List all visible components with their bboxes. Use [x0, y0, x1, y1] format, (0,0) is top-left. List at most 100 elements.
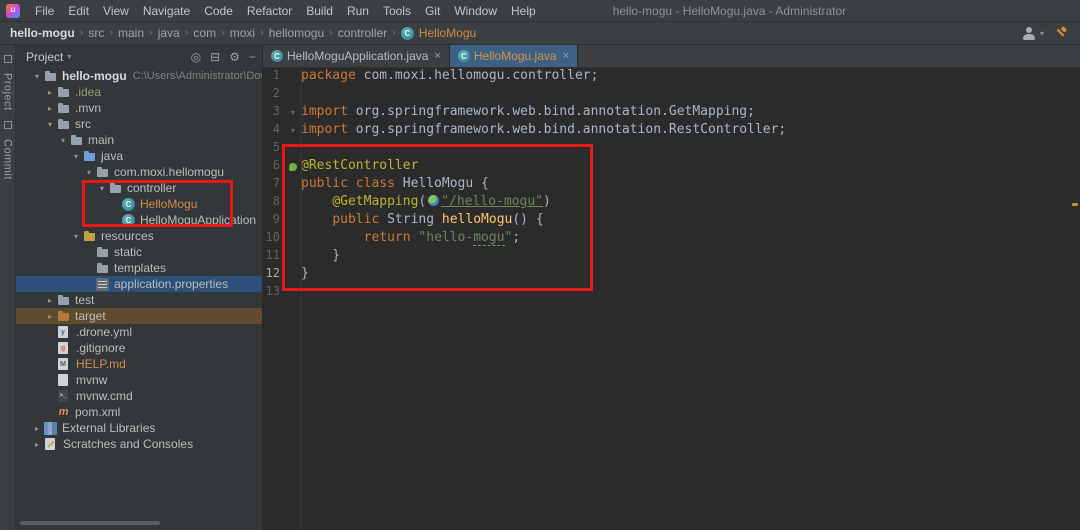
url-inlay-icon[interactable] — [428, 195, 440, 206]
chevron-down-icon[interactable]: ▾ — [69, 232, 83, 241]
code-text: } — [301, 248, 340, 266]
chevron-down-icon[interactable]: ▾ — [69, 152, 83, 161]
menu-navigate[interactable]: Navigate — [136, 4, 197, 18]
tree-item-hellomoguapplication[interactable]: HelloMoguApplication — [16, 212, 262, 228]
line-number: 3 — [272, 104, 280, 118]
hide-panel-icon[interactable]: − — [249, 50, 256, 64]
menu-refactor[interactable]: Refactor — [240, 4, 299, 18]
settings-gear-icon[interactable]: ⚙ — [229, 50, 240, 64]
breadcrumb-file[interactable]: HelloMogu — [399, 26, 476, 40]
menu-file[interactable]: File — [28, 4, 61, 18]
tree-item-pom-xml[interactable]: pom.xml — [16, 404, 262, 420]
code-token: mogu — [473, 230, 505, 246]
code-token: } — [301, 266, 309, 281]
idea-logo-icon — [6, 3, 20, 18]
code-token[interactable]: "/hello-mogu" — [441, 194, 543, 209]
editor-tab-bar: HelloMoguApplication.java×HelloMogu.java… — [263, 45, 1080, 68]
project-panel-title[interactable]: Project — [26, 50, 63, 64]
user-icon[interactable] — [1022, 26, 1036, 40]
menu-edit[interactable]: Edit — [61, 4, 96, 18]
tree-item-main[interactable]: ▾ main — [16, 132, 262, 148]
code-line-9: 9 public String helloMogu() { — [263, 212, 1080, 230]
chevron-down-icon[interactable]: ▾ — [56, 136, 70, 145]
tree-item-controller[interactable]: ▾ controller — [16, 180, 262, 196]
class-icon — [271, 50, 283, 62]
chevron-right-icon[interactable]: ▸ — [30, 440, 44, 449]
tree-item-gitignore[interactable]: .gitignore — [16, 340, 262, 356]
chevron-right-icon[interactable]: ▸ — [30, 424, 44, 433]
tree-item-help-md[interactable]: HELP.md — [16, 356, 262, 372]
chevron-down-icon[interactable]: ▾ — [30, 72, 44, 81]
project-tree: ▾ hello-mogu C:\Users\Administrator\Downlo… — [16, 68, 262, 452]
line-number: 13 — [265, 284, 280, 298]
code-token: ; — [512, 230, 521, 245]
menu-build[interactable]: Build — [299, 4, 340, 18]
menu-run[interactable]: Run — [340, 4, 376, 18]
tree-item-mvn[interactable]: ▸ .mvn — [16, 100, 262, 116]
tree-item-label: application.properties — [114, 277, 229, 291]
tree-item-hellomogu[interactable]: HelloMogu — [16, 196, 262, 212]
tree-item-test[interactable]: ▸ test — [16, 292, 262, 308]
code-line-13: 13 — [263, 284, 1080, 302]
project-horizontal-scrollbar[interactable] — [20, 521, 160, 525]
tree-item-hello-mogu[interactable]: ▾ hello-mogu C:\Users\Administrator\Downlo — [16, 68, 262, 84]
chevron-down-icon[interactable]: ▾ — [95, 184, 109, 193]
breadcrumb-main[interactable]: main — [116, 26, 146, 40]
tree-item-label: target — [75, 309, 106, 323]
breadcrumb-hello-mogu[interactable]: hello-mogu — [8, 26, 77, 40]
tree-item-scratches-and-consoles[interactable]: ▸ Scratches and Consoles — [16, 436, 262, 452]
tree-item-java[interactable]: ▾ java — [16, 148, 262, 164]
breadcrumb-hellomogu[interactable]: hellomogu — [267, 26, 326, 40]
menu-tools[interactable]: Tools — [376, 4, 418, 18]
gutter-cell: ▾ — [290, 126, 295, 135]
tree-item-mvnw-cmd[interactable]: mvnw.cmd — [16, 388, 262, 404]
chevron-down-icon[interactable]: ▾ — [43, 120, 57, 129]
tree-item-label: mvnw — [76, 373, 108, 387]
code-text: } — [301, 266, 309, 284]
tree-item-external-libraries[interactable]: ▸ External Libraries — [16, 420, 262, 436]
code-editor[interactable]: 1 package com.moxi.hellomogu.controller; 2… — [263, 68, 1080, 530]
tree-item-mvnw[interactable]: mvnw — [16, 372, 262, 388]
breadcrumb-moxi[interactable]: moxi — [228, 26, 257, 40]
close-icon[interactable]: × — [434, 50, 440, 62]
tree-item-application-properties[interactable]: application.properties — [16, 276, 262, 292]
tool-button-commit[interactable]: Commit — [2, 139, 14, 180]
menu-code[interactable]: Code — [197, 4, 240, 18]
tree-item-label: controller — [127, 181, 177, 195]
breadcrumb-java[interactable]: java — [156, 26, 182, 40]
tree-item-src[interactable]: ▾ src — [16, 116, 262, 132]
chevron-right-icon[interactable]: ▸ — [43, 312, 57, 321]
collapse-all-icon[interactable]: ⊟ — [210, 50, 220, 64]
tool-button-project[interactable]: Project — [2, 73, 14, 111]
tree-item-templates[interactable]: templates — [16, 260, 262, 276]
locate-icon[interactable]: ◎ — [191, 50, 201, 64]
tree-item-com-moxi-hellomogu[interactable]: ▾ com.moxi.hellomogu — [16, 164, 262, 180]
code-token: ) — [542, 194, 551, 209]
breadcrumb-src[interactable]: src — [86, 26, 106, 40]
code-text: import org.springframework.web.bind.anno… — [301, 104, 755, 122]
left-tool-stripe: Project Commit — [0, 45, 16, 530]
breadcrumb-separator: › — [149, 27, 153, 39]
menu-window[interactable]: Window — [447, 4, 504, 18]
editor-tab-hellomoguapplication-java[interactable]: HelloMoguApplication.java × — [263, 45, 450, 67]
chevron-right-icon[interactable]: ▸ — [43, 104, 57, 113]
chevron-right-icon[interactable]: ▸ — [43, 88, 57, 97]
breadcrumb-controller[interactable]: controller — [336, 26, 389, 40]
menu-help[interactable]: Help — [504, 4, 543, 18]
tree-item-label: .drone.yml — [76, 325, 133, 339]
chevron-down-icon[interactable]: ▾ — [82, 168, 96, 177]
tree-item-drone-yml[interactable]: .drone.yml — [16, 324, 262, 340]
breadcrumb-com[interactable]: com — [191, 26, 218, 40]
tree-item-idea[interactable]: ▸ .idea — [16, 84, 262, 100]
menu-view[interactable]: View — [96, 4, 136, 18]
tree-item-target[interactable]: ▸ target — [16, 308, 262, 324]
gutter-cell — [285, 266, 301, 284]
menu-git[interactable]: Git — [418, 4, 447, 18]
chevron-right-icon[interactable]: ▸ — [43, 296, 57, 305]
build-hammer-icon[interactable] — [1054, 26, 1068, 40]
close-icon[interactable]: × — [563, 50, 569, 62]
editor-tab-hellomogu-java[interactable]: HelloMogu.java × — [449, 45, 579, 67]
tree-item-static[interactable]: static — [16, 244, 262, 260]
tree-item-resources[interactable]: ▾ resources — [16, 228, 262, 244]
class-icon — [400, 26, 414, 40]
